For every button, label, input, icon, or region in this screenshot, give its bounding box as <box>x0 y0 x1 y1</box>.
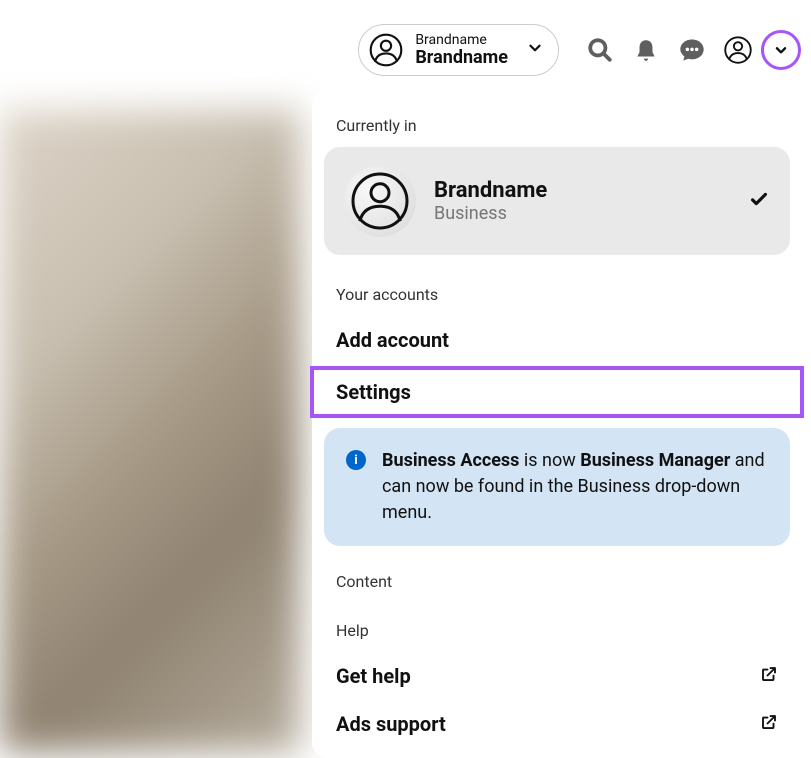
messages-button[interactable] <box>669 27 715 73</box>
checkmark-icon <box>748 188 770 214</box>
search-icon <box>587 37 613 63</box>
settings-item[interactable]: Settings <box>312 368 802 416</box>
info-icon: i <box>346 450 366 470</box>
top-nav-bar: Brandname Brandname <box>0 20 811 80</box>
user-avatar-icon <box>367 31 405 69</box>
add-account-label: Add account <box>336 328 449 352</box>
account-pill-label-top: Brandname <box>415 32 508 48</box>
add-account-item[interactable]: Add account <box>312 316 802 364</box>
external-link-icon <box>760 712 778 736</box>
get-help-label: Get help <box>336 664 411 688</box>
chevron-down-icon <box>774 43 788 57</box>
your-accounts-label: Your accounts <box>312 279 802 316</box>
background-content-blur <box>0 110 300 752</box>
account-pill-labels: Brandname Brandname <box>415 32 508 69</box>
get-help-item[interactable]: Get help <box>312 652 802 700</box>
ads-support-label: Ads support <box>336 712 446 736</box>
info-banner: i Business Access is now Business Manage… <box>324 428 790 546</box>
info-banner-text: Business Access is now Business Manager … <box>382 448 768 526</box>
search-button[interactable] <box>577 27 623 73</box>
account-pill-label-bottom: Brandname <box>415 48 508 69</box>
user-avatar-icon <box>723 35 753 65</box>
settings-label: Settings <box>336 380 411 404</box>
notifications-button[interactable] <box>623 27 669 73</box>
chat-icon <box>678 36 706 64</box>
current-account-name: Brandname <box>434 178 730 203</box>
ads-support-item[interactable]: Ads support <box>312 700 802 748</box>
user-avatar-icon <box>344 165 416 237</box>
profile-button[interactable] <box>715 27 761 73</box>
currently-in-label: Currently in <box>312 110 802 147</box>
content-section-label: Content <box>312 566 802 603</box>
external-link-icon <box>760 664 778 688</box>
account-switcher-pill[interactable]: Brandname Brandname <box>358 24 559 76</box>
help-section-label: Help <box>312 615 802 652</box>
account-dropdown-panel: Currently in Brandname Business Your acc… <box>312 90 802 758</box>
current-account-type: Business <box>434 203 730 224</box>
current-account-card[interactable]: Brandname Business <box>324 147 790 255</box>
bell-icon <box>633 37 659 63</box>
chevron-down-icon <box>526 39 544 61</box>
current-account-info: Brandname Business <box>434 178 730 224</box>
accounts-dropdown-toggle[interactable] <box>761 30 801 70</box>
